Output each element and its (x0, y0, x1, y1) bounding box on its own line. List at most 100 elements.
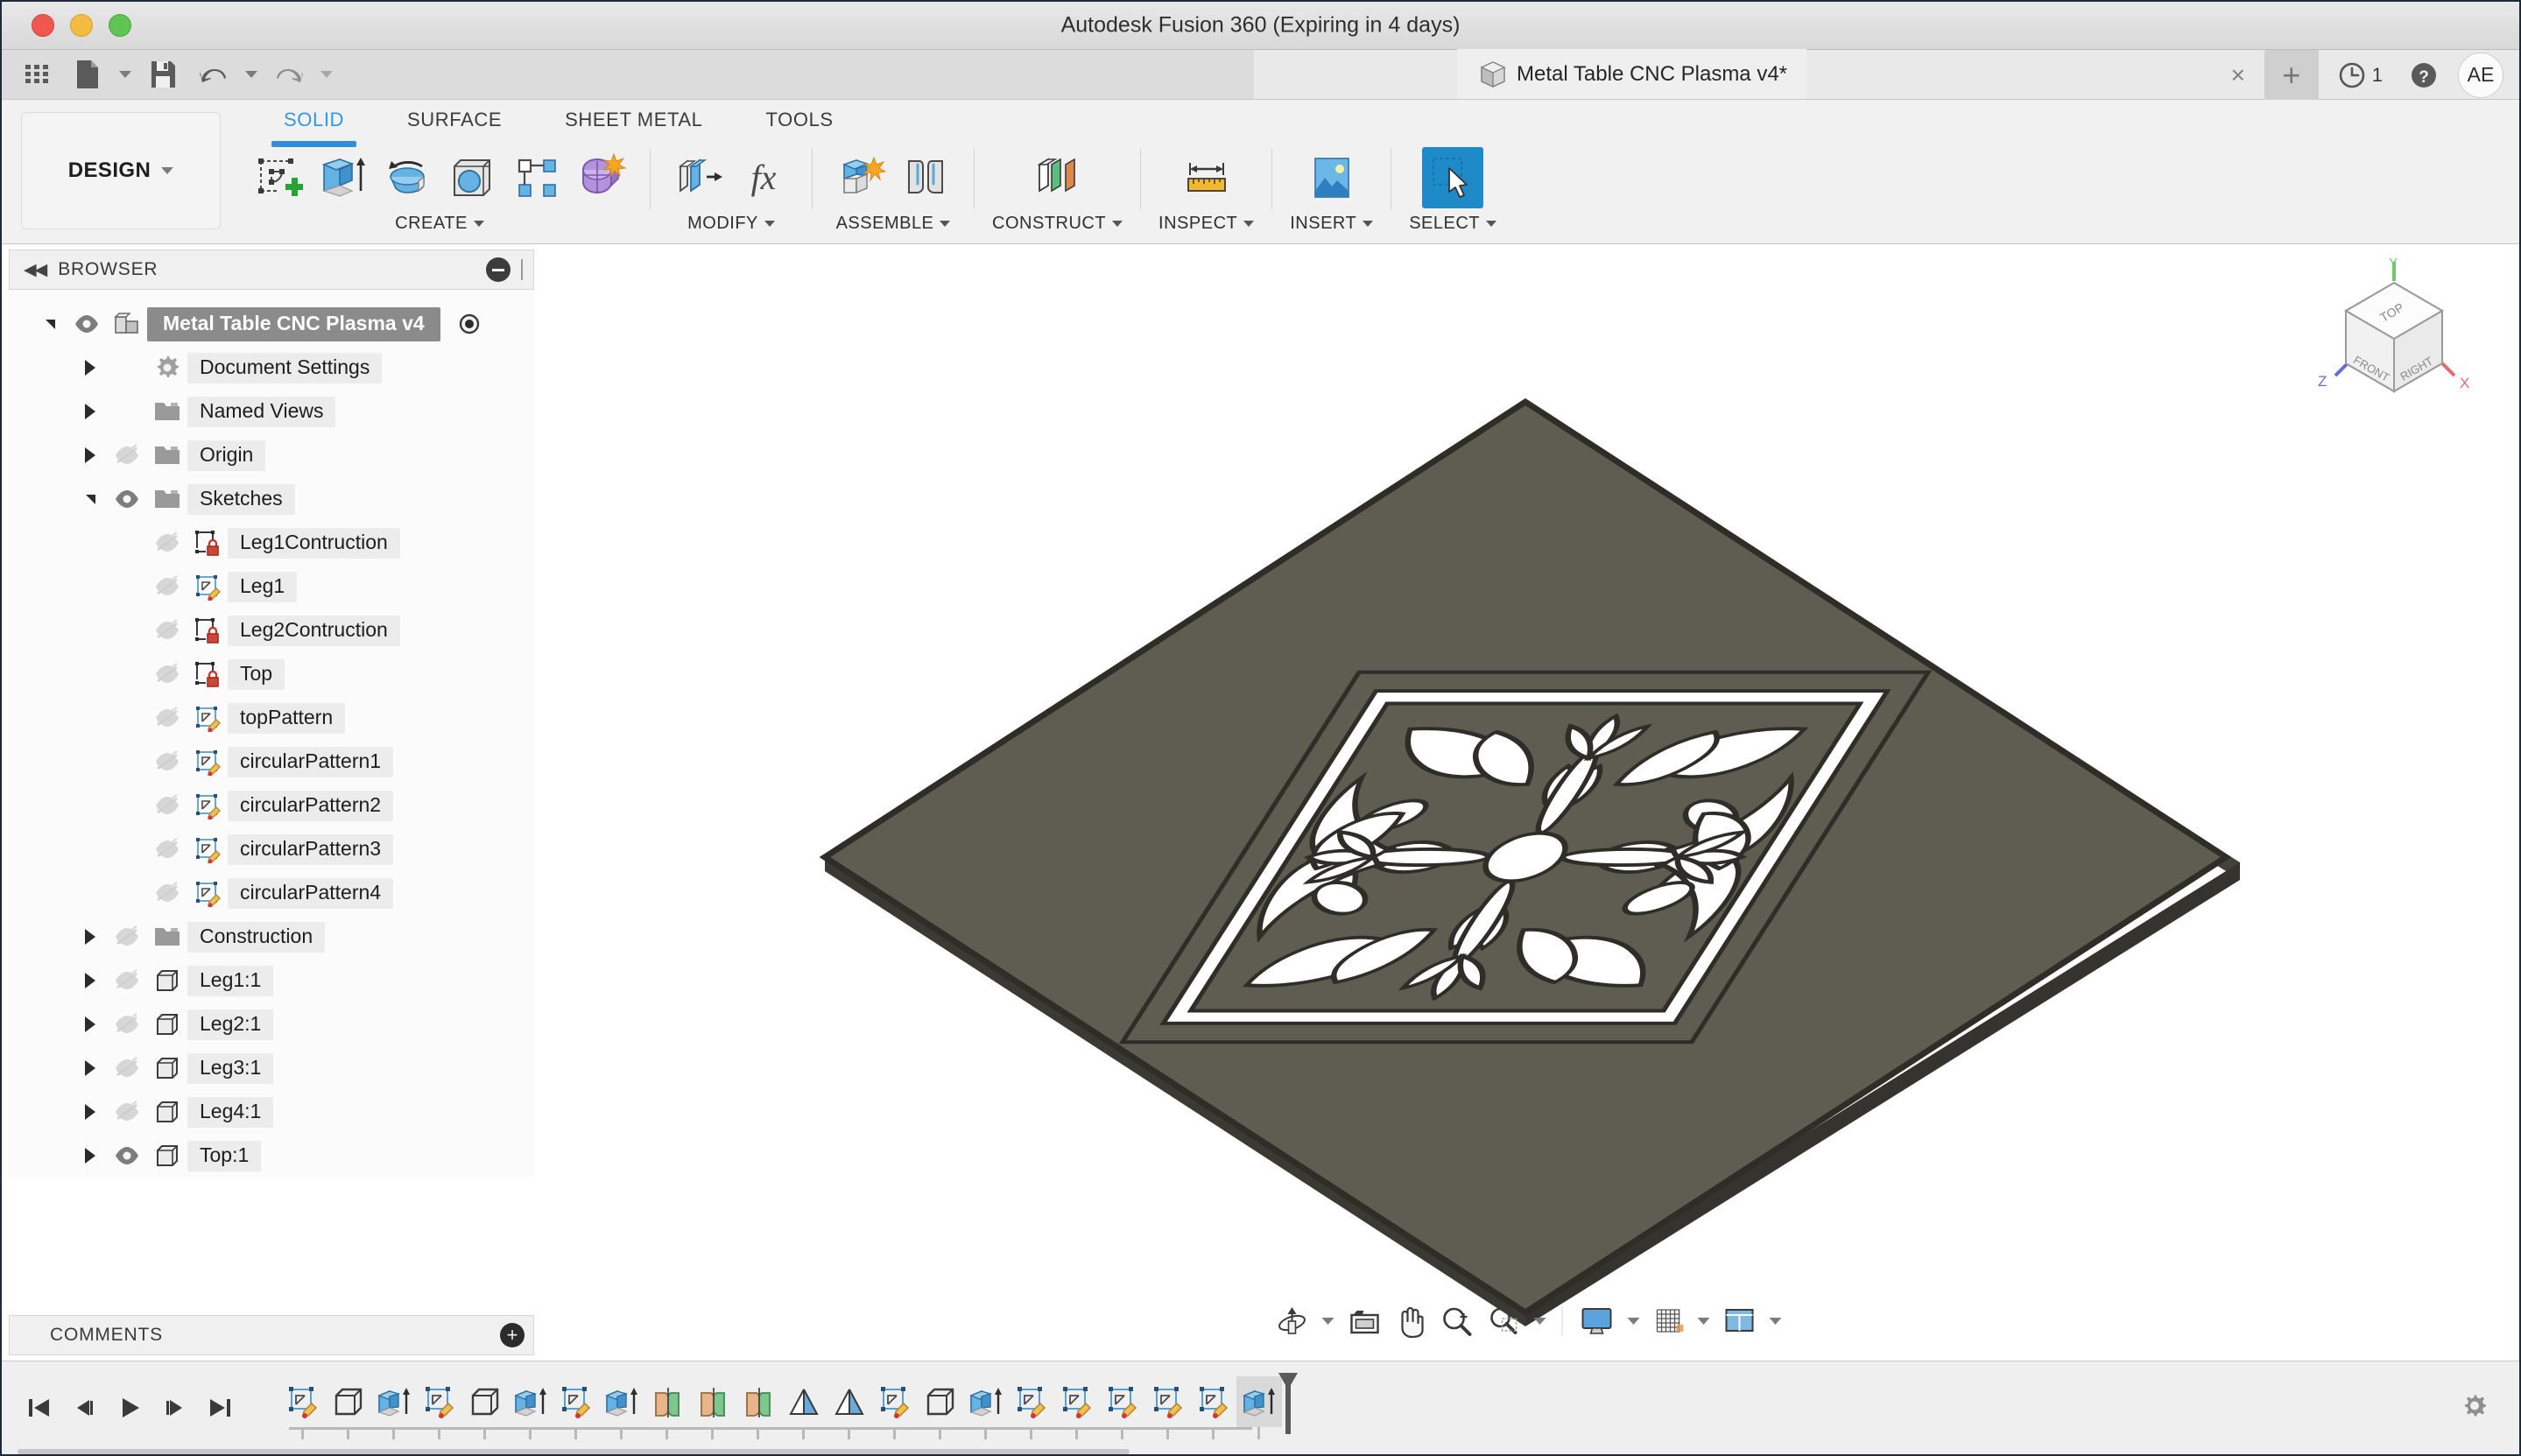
timeline-feature-body[interactable] (326, 1376, 371, 1427)
browser-item-leg2-1[interactable]: Leg2:1 (9, 1002, 534, 1046)
visibility-toggle-hidden[interactable] (147, 792, 187, 819)
visibility-toggle-visible[interactable] (107, 1143, 147, 1169)
timeline-feature-extrude[interactable] (1236, 1376, 1282, 1427)
browser-item-origin[interactable]: Origin (9, 433, 534, 477)
insert-group-label[interactable]: INSERT (1290, 214, 1374, 234)
job-status-button[interactable]: 1 (2324, 61, 2397, 89)
3d-viewport[interactable]: Y Z X TOP FRONT RIGHT (536, 244, 2519, 1361)
timeline-feature-sketch[interactable] (1145, 1376, 1191, 1427)
browser-item-circularpattern3[interactable]: circularPattern3 (9, 827, 534, 871)
user-avatar[interactable]: AE (2458, 52, 2503, 98)
select-group-label[interactable]: SELECT (1409, 214, 1497, 234)
zoom-button[interactable] (1433, 1297, 1479, 1346)
browser-item-leg1contruction[interactable]: Leg1Contruction (9, 521, 534, 565)
visibility-toggle-hidden[interactable] (147, 617, 187, 644)
timeline-play[interactable] (109, 1387, 151, 1429)
browser-item-circularpattern1[interactable]: circularPattern1 (9, 740, 534, 784)
browser-item-document-settings[interactable]: Document Settings (9, 346, 534, 390)
new-component-button[interactable] (830, 147, 891, 208)
collapse-browser-button[interactable]: ◀◀ (24, 260, 47, 280)
change-parameters-button[interactable]: fx (733, 147, 794, 208)
fit-button[interactable] (1481, 1297, 1526, 1346)
timeline-feature-plane[interactable] (827, 1376, 872, 1427)
construct-group-label[interactable]: CONSTRUCT (992, 214, 1123, 234)
visibility-toggle-hidden[interactable] (107, 924, 147, 950)
timeline-feature-extrude[interactable] (508, 1376, 553, 1427)
collapse-triangle-icon[interactable] (74, 494, 107, 504)
timeline-feature-sketch[interactable] (417, 1376, 462, 1427)
fit-caret[interactable] (1528, 1297, 1551, 1346)
browser-item-metal-table-cnc-plasma-v4[interactable]: Metal Table CNC Plasma v4 (9, 302, 534, 346)
timeline-feature-sketch[interactable] (280, 1376, 326, 1427)
visibility-toggle-hidden[interactable] (147, 573, 187, 600)
activate-component-button[interactable] (449, 311, 489, 337)
visibility-toggle-hidden[interactable] (107, 967, 147, 994)
browser-item-circularpattern4[interactable]: circularPattern4 (9, 871, 534, 915)
timeline-feature-extrude[interactable] (599, 1376, 644, 1427)
browser-item-sketches[interactable]: Sketches (9, 477, 534, 521)
viewports-caret[interactable] (1764, 1297, 1786, 1346)
pan-button[interactable] (1390, 1297, 1432, 1346)
display-settings-button[interactable] (1573, 1297, 1620, 1346)
expand-triangle-icon[interactable] (74, 1104, 107, 1120)
browser-item-leg4-1[interactable]: Leg4:1 (9, 1090, 534, 1134)
visibility-toggle-hidden[interactable] (147, 705, 187, 731)
timeline-go-to-end[interactable] (200, 1387, 242, 1429)
timeline-feature-sketch[interactable] (1191, 1376, 1236, 1427)
tab-surface[interactable]: SURFACE (376, 100, 533, 145)
redo-caret[interactable] (317, 54, 336, 95)
visibility-toggle-visible[interactable] (67, 311, 107, 337)
visibility-toggle-hidden[interactable] (107, 442, 147, 468)
panel-resize-grip[interactable] (521, 259, 525, 280)
assemble-group-label[interactable]: ASSEMBLE (836, 214, 951, 234)
browser-item-leg3-1[interactable]: Leg3:1 (9, 1046, 534, 1090)
measure-button[interactable] (1176, 147, 1237, 208)
browser-item-top[interactable]: Top (9, 652, 534, 696)
create-form-button[interactable] (571, 147, 632, 208)
display-settings-caret[interactable] (1622, 1297, 1644, 1346)
visibility-toggle-hidden[interactable] (107, 1055, 147, 1081)
timeline-feature-sketch[interactable] (1054, 1376, 1100, 1427)
expand-triangle-icon[interactable] (74, 1060, 107, 1076)
browser-item-leg1[interactable]: Leg1 (9, 565, 534, 608)
timeline-feature-extrude[interactable] (371, 1376, 417, 1427)
joint-button[interactable] (895, 147, 956, 208)
extrude-button[interactable] (312, 147, 373, 208)
visibility-toggle-hidden[interactable] (147, 530, 187, 556)
new-document-button[interactable]: + (2264, 50, 2319, 100)
browser-item-leg2contruction[interactable]: Leg2Contruction (9, 608, 534, 652)
close-document-button[interactable]: × (2217, 54, 2259, 96)
timeline-feature-mirror[interactable] (736, 1376, 781, 1427)
timeline-feature-sketch[interactable] (1100, 1376, 1145, 1427)
browser-item-leg1-1[interactable]: Leg1:1 (9, 959, 534, 1002)
orbit-caret[interactable] (1316, 1297, 1339, 1346)
expand-triangle-icon[interactable] (74, 973, 107, 988)
visibility-toggle-visible[interactable] (107, 486, 147, 512)
settings-button[interactable] (2460, 1391, 2489, 1425)
timeline-feature-mirror[interactable] (690, 1376, 736, 1427)
add-comment-button[interactable]: + (500, 1323, 525, 1347)
revolve-button[interactable] (377, 147, 438, 208)
save-button[interactable] (140, 54, 186, 95)
file-menu-button[interactable] (65, 54, 110, 95)
expand-triangle-icon[interactable] (74, 404, 107, 419)
expand-triangle-icon[interactable] (74, 447, 107, 463)
orbit-button[interactable] (1269, 1297, 1314, 1346)
timeline-feature-body[interactable] (918, 1376, 963, 1427)
timeline-step-forward[interactable] (154, 1387, 196, 1429)
expand-triangle-icon[interactable] (74, 360, 107, 376)
select-button[interactable] (1422, 147, 1484, 208)
create-group-label[interactable]: CREATE (395, 214, 484, 234)
press-pull-button[interactable] (668, 147, 729, 208)
visibility-toggle-hidden[interactable] (107, 1099, 147, 1125)
browser-item-construction[interactable]: Construction (9, 915, 534, 959)
timeline-feature-sketch[interactable] (553, 1376, 599, 1427)
hole-button[interactable] (441, 147, 503, 208)
visibility-toggle-hidden[interactable] (147, 836, 187, 862)
expand-triangle-icon[interactable] (74, 929, 107, 945)
help-button[interactable]: ? (2402, 53, 2446, 97)
timeline-feature-mirror[interactable] (644, 1376, 690, 1427)
file-menu-caret[interactable] (116, 54, 135, 95)
expand-triangle-icon[interactable] (74, 1148, 107, 1164)
visibility-toggle-hidden[interactable] (147, 880, 187, 906)
